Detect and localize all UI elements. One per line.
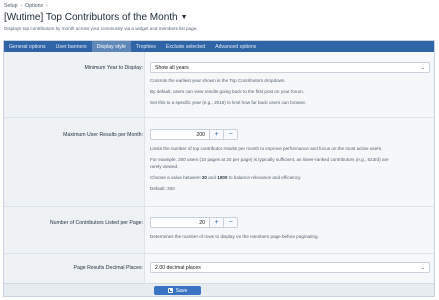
- minus-icon[interactable]: −: [223, 218, 237, 227]
- save-icon: [167, 288, 173, 293]
- max-results-stepper[interactable]: 200 + −: [150, 129, 238, 140]
- breadcrumb-separator-icon: ›: [46, 3, 48, 9]
- decimals-value: 2.00 decimal places: [155, 264, 201, 271]
- max-results-help-2a: For example, 200 users (10 pages at 20 p…: [150, 157, 389, 162]
- tab-bar: General options User banners Display sty…: [4, 41, 434, 52]
- breadcrumb: Setup › Options ›: [4, 3, 48, 9]
- caret-down-icon[interactable]: ▼: [181, 14, 188, 21]
- min-year-select[interactable]: Show all years ⌄: [150, 62, 430, 73]
- min-year-help-1: Controls the earliest year shown in the …: [150, 78, 286, 83]
- plus-icon[interactable]: +: [209, 130, 223, 139]
- breadcrumb-options[interactable]: Options: [25, 3, 43, 9]
- page-title: [Wutime] Top Contributors of the Month ▼: [4, 12, 188, 23]
- min-year-help-3: Set this to a specific year (e.g., 2015)…: [150, 100, 307, 105]
- minus-icon[interactable]: −: [223, 130, 237, 139]
- chevron-down-icon: ⌄: [420, 65, 425, 71]
- tab-advanced-options[interactable]: Advanced options: [210, 41, 261, 52]
- divider: [4, 253, 434, 254]
- save-label: Save: [175, 287, 188, 294]
- breadcrumb-separator-icon: ›: [20, 3, 23, 9]
- page-title-text: [Wutime] Top Contributors of the Month: [4, 12, 178, 23]
- tab-exclude-selected[interactable]: Exclude selected: [161, 41, 210, 52]
- per-page-help: Determines the number of rows to display…: [150, 234, 319, 239]
- page-description: Displays top contributors by month acros…: [4, 26, 198, 31]
- max-results-help-3: Choose a value between 20 and 1000 to ba…: [150, 175, 302, 180]
- max-results-input[interactable]: 200: [151, 130, 209, 139]
- save-button[interactable]: Save: [154, 286, 201, 295]
- form-footer: Save: [4, 283, 434, 296]
- chevron-down-icon: ⌄: [420, 265, 425, 271]
- decimals-select[interactable]: 2.00 decimal places ⌄: [150, 262, 430, 273]
- min-year-label: Minimum Year to Display:: [84, 65, 143, 71]
- tab-user-banners[interactable]: User banners: [51, 41, 92, 52]
- min-year-value: Show all years: [155, 64, 189, 71]
- max-results-help-2b: rarely viewed.: [150, 164, 179, 169]
- plus-icon[interactable]: +: [209, 218, 223, 227]
- divider: [4, 206, 434, 207]
- per-page-stepper[interactable]: 20 + −: [150, 217, 238, 228]
- max-results-label: Maximum User Results per Month:: [63, 132, 143, 138]
- min-year-help-2: By default, users can view results going…: [150, 89, 304, 94]
- per-page-label: Number of Contributors Listed per Page:: [49, 220, 143, 226]
- divider: [4, 117, 434, 118]
- breadcrumb-setup[interactable]: Setup: [4, 3, 18, 9]
- tab-display-style[interactable]: Display style: [91, 41, 131, 52]
- options-panel: General options User banners Display sty…: [3, 40, 435, 297]
- tab-general-options[interactable]: General options: [4, 41, 51, 52]
- decimals-label: Page Results Decimal Places:: [73, 265, 143, 271]
- max-results-help-1: Limits the number of top contributor res…: [150, 146, 383, 151]
- label-column: [4, 52, 145, 286]
- tab-trophies[interactable]: Trophies: [131, 41, 161, 52]
- per-page-input[interactable]: 20: [151, 218, 209, 227]
- max-results-default: Default: 200: [150, 186, 175, 191]
